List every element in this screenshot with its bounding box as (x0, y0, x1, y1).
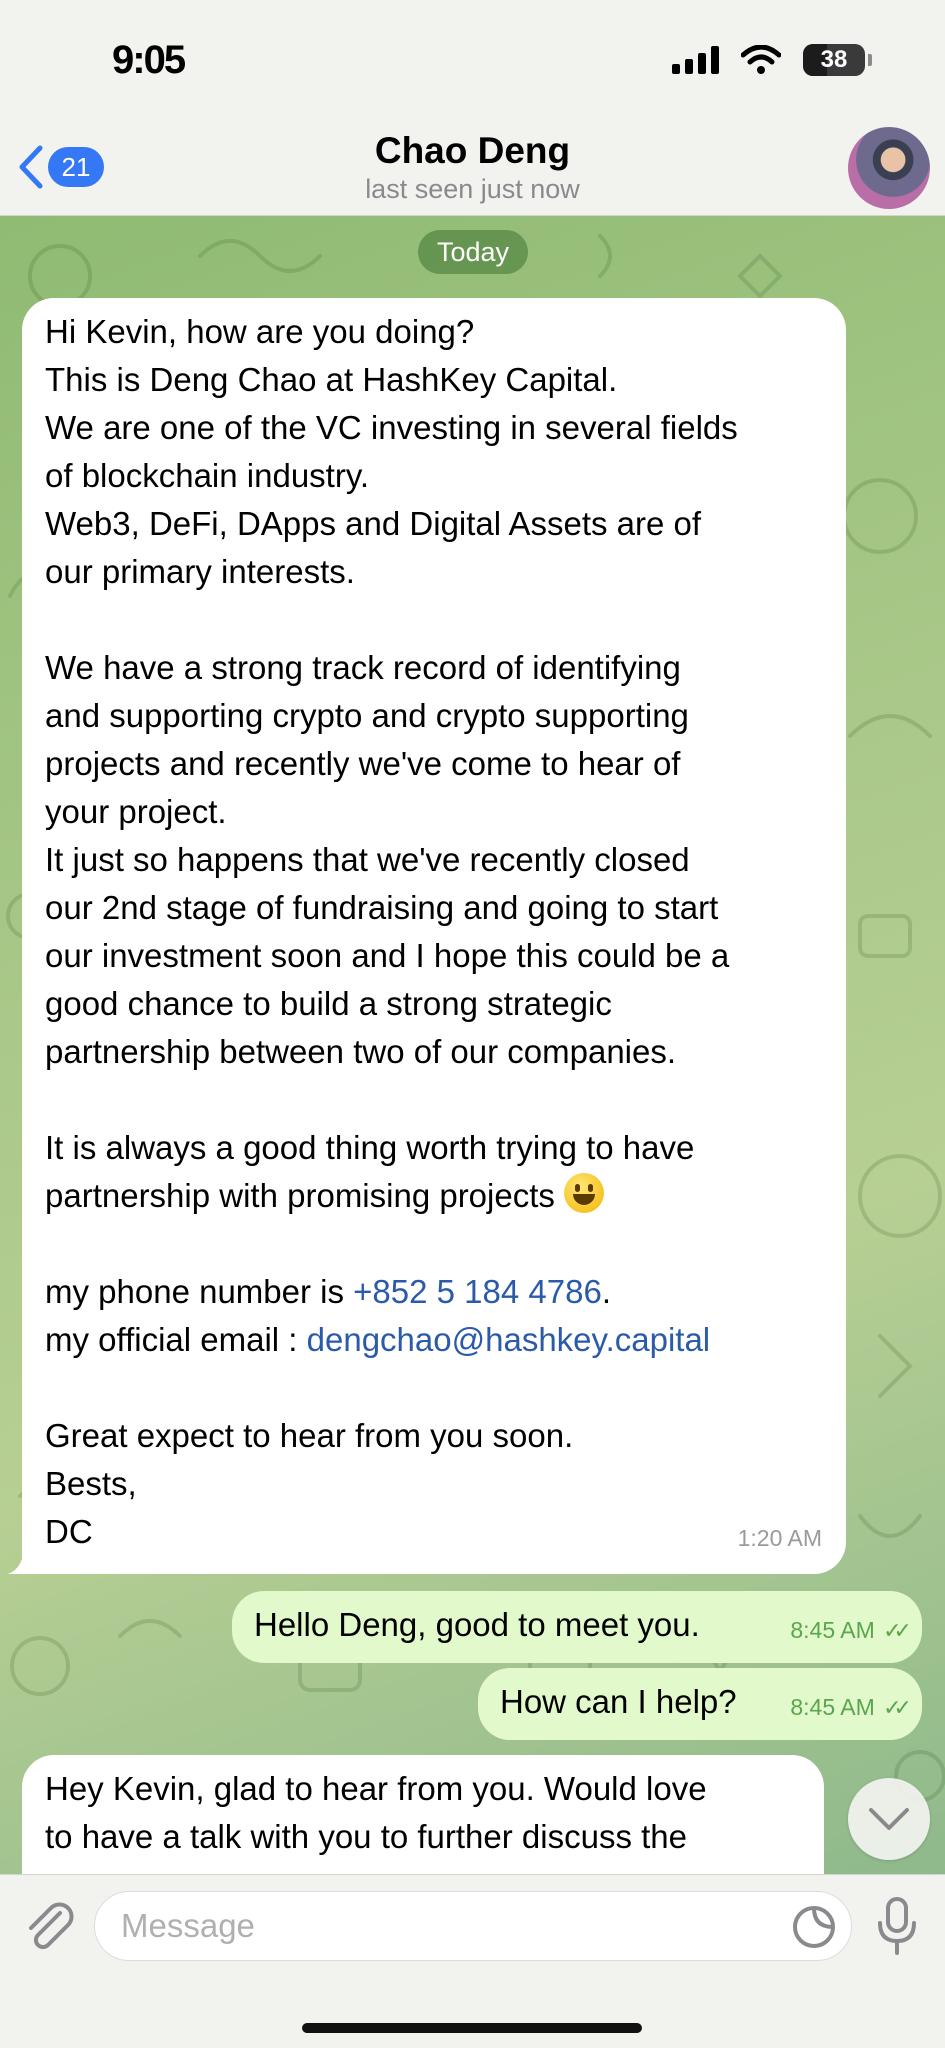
contact-name[interactable]: Chao Deng (0, 130, 945, 172)
message-line: DC (45, 1508, 824, 1556)
message-line-text: We have a strong track record of identif… (45, 649, 681, 686)
message-line-text: my official email : (45, 1321, 307, 1358)
message-line (45, 1220, 824, 1268)
message-text: Hello Deng, good to meet you. (254, 1606, 700, 1643)
message-line-text: Web3, DeFi, DApps and Digital Assets are… (45, 505, 702, 542)
message-line: and supporting crypto and crypto support… (45, 692, 824, 740)
message-line: projects and recently we've come to hear… (45, 740, 824, 788)
microphone-icon[interactable] (872, 1895, 922, 1957)
message-line: my official email : dengchao@hashkey.cap… (45, 1316, 824, 1364)
message-line: It is always a good thing worth trying t… (45, 1124, 824, 1172)
paperclip-icon[interactable] (20, 1897, 76, 1953)
message-line-text: We are one of the VC investing in severa… (45, 409, 738, 446)
message-line: Hi Kevin, how are you doing? (45, 308, 824, 356)
message-line (45, 1364, 824, 1412)
message-time: 8:45 AM ✓✓ (790, 1606, 912, 1655)
message-line: Web3, DeFi, DApps and Digital Assets are… (45, 500, 824, 548)
message-line-text: partnership with promising projects (45, 1177, 555, 1214)
message-line-text: good chance to build a strong strategic (45, 985, 612, 1022)
message-line: good chance to build a strong strategic (45, 980, 824, 1028)
date-separator: Today (418, 230, 528, 274)
message-line: This is Deng Chao at HashKey Capital. (45, 356, 824, 404)
chat-header: 21 Chao Deng last seen just now (0, 127, 945, 216)
chevron-down-icon (869, 1808, 909, 1830)
message-line-text: our investment soon and I hope this coul… (45, 937, 730, 974)
time-label: 8:45 AM (790, 1694, 875, 1720)
battery-percent: 38 (820, 46, 848, 73)
message-line: of blockchain industry. (45, 452, 824, 500)
message-line: our 2nd stage of fundraising and going t… (45, 884, 824, 932)
home-indicator (302, 2023, 642, 2033)
message-time: 8:45 AM ✓✓ (790, 1683, 912, 1732)
message-line-text: Bests, (45, 1465, 137, 1502)
message-line-text: Great expect to hear from you soon. (45, 1417, 574, 1454)
message-line: It just so happens that we've recently c… (45, 836, 824, 884)
phone-suffix: . (601, 1273, 611, 1310)
incoming-message[interactable]: Hi Kevin, how are you doing? This is Deng… (8, 298, 846, 1574)
message-time: 1:20 AM (737, 1525, 822, 1551)
message-line (45, 1076, 824, 1124)
wifi-icon (741, 45, 781, 74)
message-line-text: This is Deng Chao at HashKey Capital. (45, 361, 618, 398)
scroll-to-bottom-button[interactable] (848, 1778, 930, 1860)
time-label: 8:45 AM (790, 1617, 875, 1643)
message-line: your project. (45, 788, 824, 836)
outgoing-message[interactable]: How can I help? 8:45 AM ✓✓ (478, 1668, 922, 1740)
phone-link[interactable]: +852 5 184 4786 (353, 1273, 602, 1310)
message-line-text: DC (45, 1513, 93, 1550)
message-line-text: our 2nd stage of fundraising and going t… (45, 889, 719, 926)
signal-icon (672, 46, 719, 74)
message-input-bar (0, 1874, 945, 2048)
message-line-text: and supporting crypto and crypto support… (45, 697, 689, 734)
status-icons: 38 (672, 44, 872, 76)
message-line: We have a strong track record of identif… (45, 644, 824, 692)
message-line: Great expect to hear from you soon. (45, 1412, 824, 1460)
message-line: to have a talk with you to further discu… (45, 1818, 688, 1855)
email-link[interactable]: dengchao@hashkey.capital (307, 1321, 711, 1358)
sticker-icon[interactable] (791, 1904, 837, 1950)
message-line-text: Hi Kevin, how are you doing? (45, 313, 475, 350)
read-checks-icon: ✓✓ (883, 1618, 912, 1643)
status-time: 9:05 (112, 38, 186, 82)
contact-status: last seen just now (365, 174, 580, 204)
message-line-text: partnership between two of our companies… (45, 1033, 677, 1070)
message-line: our investment soon and I hope this coul… (45, 932, 824, 980)
message-line-text: of blockchain industry. (45, 457, 370, 494)
avatar[interactable] (848, 127, 930, 209)
message-line: Bests, (45, 1460, 824, 1508)
message-line: my phone number is +852 5 184 4786. (45, 1268, 824, 1316)
message-line: partnership with promising projects (45, 1172, 824, 1220)
message-line: our primary interests. (45, 548, 824, 596)
message-line: partnership between two of our companies… (45, 1028, 824, 1076)
message-line-text: projects and recently we've come to hear… (45, 745, 681, 782)
message-line-text: It is always a good thing worth trying t… (45, 1129, 695, 1166)
message-input[interactable] (95, 1892, 735, 1960)
message-text: Hi Kevin, how are you doing? This is Deng… (45, 308, 824, 1556)
message-field[interactable] (94, 1891, 852, 1961)
message-line-text: my phone number is (45, 1273, 354, 1310)
message-line: We are one of the VC investing in severa… (45, 404, 824, 452)
outgoing-message[interactable]: Hello Deng, good to meet you. 8:45 AM ✓✓ (232, 1591, 922, 1663)
message-line-text: It just so happens that we've recently c… (45, 841, 690, 878)
bubble-tail (8, 1544, 36, 1574)
read-checks-icon: ✓✓ (883, 1695, 912, 1720)
message-text: How can I help? (500, 1683, 737, 1720)
message-line (45, 596, 824, 644)
smiley-emoji-icon (564, 1173, 605, 1213)
message-line: Hey Kevin, glad to hear from you. Would … (45, 1770, 707, 1807)
message-line-text: your project. (45, 793, 227, 830)
status-bar: 9:05 38 (0, 0, 945, 130)
battery-icon: 38 (803, 44, 872, 76)
message-line-text: our primary interests. (45, 553, 355, 590)
